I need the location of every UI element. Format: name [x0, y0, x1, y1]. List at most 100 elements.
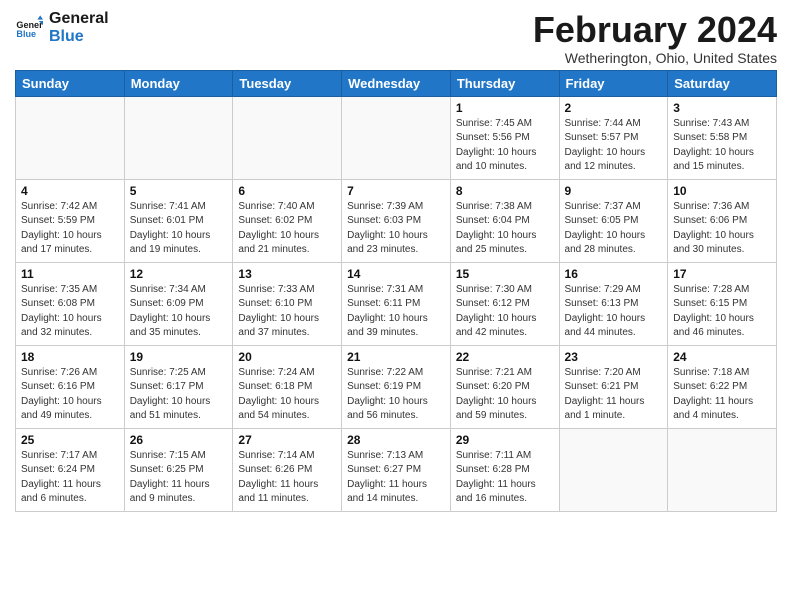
- day-info: Sunrise: 7:39 AM Sunset: 6:03 PM Dayligh…: [347, 200, 445, 258]
- day-number: 4: [21, 184, 119, 198]
- table-row: 13 Sunrise: 7:33 AM Sunset: 6:10 PM Dayli…: [233, 262, 342, 345]
- day-number: 14: [347, 267, 445, 281]
- day-info: Sunrise: 7:31 AM Sunset: 6:11 PM Dayligh…: [347, 283, 445, 341]
- table-row: [124, 96, 233, 179]
- table-row: [342, 96, 451, 179]
- day-number: 24: [673, 350, 771, 364]
- day-info: Sunrise: 7:33 AM Sunset: 6:10 PM Dayligh…: [238, 283, 336, 341]
- col-wednesday: Wednesday: [342, 70, 451, 96]
- table-row: 5Sunrise: 7:41 AM Sunset: 6:01 PM Daylig…: [124, 179, 233, 262]
- day-info: Sunrise: 7:15 AM Sunset: 6:25 PM Dayligh…: [130, 449, 228, 507]
- table-row: 21 Sunrise: 7:22 AM Sunset: 6:19 PM Dayli…: [342, 345, 451, 428]
- day-info: Sunrise: 7:37 AM Sunset: 6:05 PM Dayligh…: [565, 200, 663, 258]
- table-row: [233, 96, 342, 179]
- day-info: Sunrise: 7:43 AM Sunset: 5:58 PM Dayligh…: [673, 117, 771, 175]
- day-number: 11: [21, 267, 119, 281]
- col-sunday: Sunday: [16, 70, 125, 96]
- table-row: 3 Sunrise: 7:43 AM Sunset: 5:58 PM Daylig…: [668, 96, 777, 179]
- header: General Blue General Blue February 2024 …: [15, 10, 777, 66]
- table-row: 6 Sunrise: 7:40 AM Sunset: 6:02 PM Daylig…: [233, 179, 342, 262]
- calendar-table: Sunday Monday Tuesday Wednesday Thursday…: [15, 70, 777, 512]
- table-row: [559, 428, 668, 511]
- table-row: 17 Sunrise: 7:28 AM Sunset: 6:15 PM Dayli…: [668, 262, 777, 345]
- calendar-week-row: 4 Sunrise: 7:42 AM Sunset: 5:59 PM Daylig…: [16, 179, 777, 262]
- day-info: Sunrise: 7:11 AM Sunset: 6:28 PM Dayligh…: [456, 449, 554, 507]
- day-number: 20: [238, 350, 336, 364]
- day-number: 23: [565, 350, 663, 364]
- day-info: Sunrise: 7:40 AM Sunset: 6:02 PM Dayligh…: [238, 200, 336, 258]
- day-number: 16: [565, 267, 663, 281]
- day-number: 15: [456, 267, 554, 281]
- day-info: Sunrise: 7:41 AM Sunset: 6:01 PM Dayligh…: [130, 200, 228, 258]
- table-row: 11 Sunrise: 7:35 AM Sunset: 6:08 PM Dayli…: [16, 262, 125, 345]
- table-row: 15Sunrise: 7:30 AM Sunset: 6:12 PM Dayli…: [450, 262, 559, 345]
- calendar-week-row: 11 Sunrise: 7:35 AM Sunset: 6:08 PM Dayli…: [16, 262, 777, 345]
- table-row: 19Sunrise: 7:25 AM Sunset: 6:17 PM Dayli…: [124, 345, 233, 428]
- table-row: 9 Sunrise: 7:37 AM Sunset: 6:05 PM Daylig…: [559, 179, 668, 262]
- day-info: Sunrise: 7:22 AM Sunset: 6:19 PM Dayligh…: [347, 366, 445, 424]
- calendar-week-row: 1Sunrise: 7:45 AM Sunset: 5:56 PM Daylig…: [16, 96, 777, 179]
- day-info: Sunrise: 7:26 AM Sunset: 6:16 PM Dayligh…: [21, 366, 119, 424]
- table-row: 28 Sunrise: 7:13 AM Sunset: 6:27 PM Dayli…: [342, 428, 451, 511]
- day-info: Sunrise: 7:35 AM Sunset: 6:08 PM Dayligh…: [21, 283, 119, 341]
- month-title: February 2024: [533, 10, 777, 50]
- table-row: [16, 96, 125, 179]
- table-row: 20 Sunrise: 7:24 AM Sunset: 6:18 PM Dayli…: [233, 345, 342, 428]
- day-info: Sunrise: 7:28 AM Sunset: 6:15 PM Dayligh…: [673, 283, 771, 341]
- day-number: 22: [456, 350, 554, 364]
- table-row: 22 Sunrise: 7:21 AM Sunset: 6:20 PM Dayli…: [450, 345, 559, 428]
- day-number: 26: [130, 433, 228, 447]
- day-info: Sunrise: 7:24 AM Sunset: 6:18 PM Dayligh…: [238, 366, 336, 424]
- day-info: Sunrise: 7:25 AM Sunset: 6:17 PM Dayligh…: [130, 366, 228, 424]
- logo: General Blue General Blue: [15, 10, 109, 45]
- table-row: [668, 428, 777, 511]
- calendar-page: General Blue General Blue February 2024 …: [0, 0, 792, 527]
- day-number: 25: [21, 433, 119, 447]
- day-number: 28: [347, 433, 445, 447]
- day-number: 29: [456, 433, 554, 447]
- day-info: Sunrise: 7:13 AM Sunset: 6:27 PM Dayligh…: [347, 449, 445, 507]
- day-number: 12: [130, 267, 228, 281]
- calendar-header-row: Sunday Monday Tuesday Wednesday Thursday…: [16, 70, 777, 96]
- col-monday: Monday: [124, 70, 233, 96]
- col-saturday: Saturday: [668, 70, 777, 96]
- logo-line2: Blue: [49, 28, 109, 46]
- logo-line1: General: [49, 10, 109, 28]
- table-row: 14 Sunrise: 7:31 AM Sunset: 6:11 PM Dayli…: [342, 262, 451, 345]
- table-row: 8 Sunrise: 7:38 AM Sunset: 6:04 PM Daylig…: [450, 179, 559, 262]
- table-row: 12 Sunrise: 7:34 AM Sunset: 6:09 PM Dayli…: [124, 262, 233, 345]
- table-row: 23Sunrise: 7:20 AM Sunset: 6:21 PM Dayli…: [559, 345, 668, 428]
- day-info: Sunrise: 7:45 AM Sunset: 5:56 PM Dayligh…: [456, 117, 554, 175]
- day-number: 21: [347, 350, 445, 364]
- day-info: Sunrise: 7:44 AM Sunset: 5:57 PM Dayligh…: [565, 117, 663, 175]
- table-row: 25Sunrise: 7:17 AM Sunset: 6:24 PM Dayli…: [16, 428, 125, 511]
- day-info: Sunrise: 7:21 AM Sunset: 6:20 PM Dayligh…: [456, 366, 554, 424]
- col-tuesday: Tuesday: [233, 70, 342, 96]
- table-row: 7 Sunrise: 7:39 AM Sunset: 6:03 PM Daylig…: [342, 179, 451, 262]
- day-info: Sunrise: 7:38 AM Sunset: 6:04 PM Dayligh…: [456, 200, 554, 258]
- table-row: 10 Sunrise: 7:36 AM Sunset: 6:06 PM Dayli…: [668, 179, 777, 262]
- day-info: Sunrise: 7:42 AM Sunset: 5:59 PM Dayligh…: [21, 200, 119, 258]
- table-row: 2Sunrise: 7:44 AM Sunset: 5:57 PM Daylig…: [559, 96, 668, 179]
- day-number: 6: [238, 184, 336, 198]
- day-number: 13: [238, 267, 336, 281]
- table-row: 4 Sunrise: 7:42 AM Sunset: 5:59 PM Daylig…: [16, 179, 125, 262]
- day-info: Sunrise: 7:34 AM Sunset: 6:09 PM Dayligh…: [130, 283, 228, 341]
- day-number: 17: [673, 267, 771, 281]
- day-number: 18: [21, 350, 119, 364]
- day-info: Sunrise: 7:18 AM Sunset: 6:22 PM Dayligh…: [673, 366, 771, 424]
- calendar-week-row: 18 Sunrise: 7:26 AM Sunset: 6:16 PM Dayli…: [16, 345, 777, 428]
- day-number: 8: [456, 184, 554, 198]
- table-row: 1Sunrise: 7:45 AM Sunset: 5:56 PM Daylig…: [450, 96, 559, 179]
- logo-icon: General Blue: [15, 14, 43, 42]
- day-number: 9: [565, 184, 663, 198]
- day-info: Sunrise: 7:29 AM Sunset: 6:13 PM Dayligh…: [565, 283, 663, 341]
- svg-text:Blue: Blue: [16, 29, 36, 39]
- day-number: 10: [673, 184, 771, 198]
- col-friday: Friday: [559, 70, 668, 96]
- table-row: 18 Sunrise: 7:26 AM Sunset: 6:16 PM Dayli…: [16, 345, 125, 428]
- day-info: Sunrise: 7:36 AM Sunset: 6:06 PM Dayligh…: [673, 200, 771, 258]
- day-number: 7: [347, 184, 445, 198]
- day-number: 3: [673, 101, 771, 115]
- calendar-week-row: 25Sunrise: 7:17 AM Sunset: 6:24 PM Dayli…: [16, 428, 777, 511]
